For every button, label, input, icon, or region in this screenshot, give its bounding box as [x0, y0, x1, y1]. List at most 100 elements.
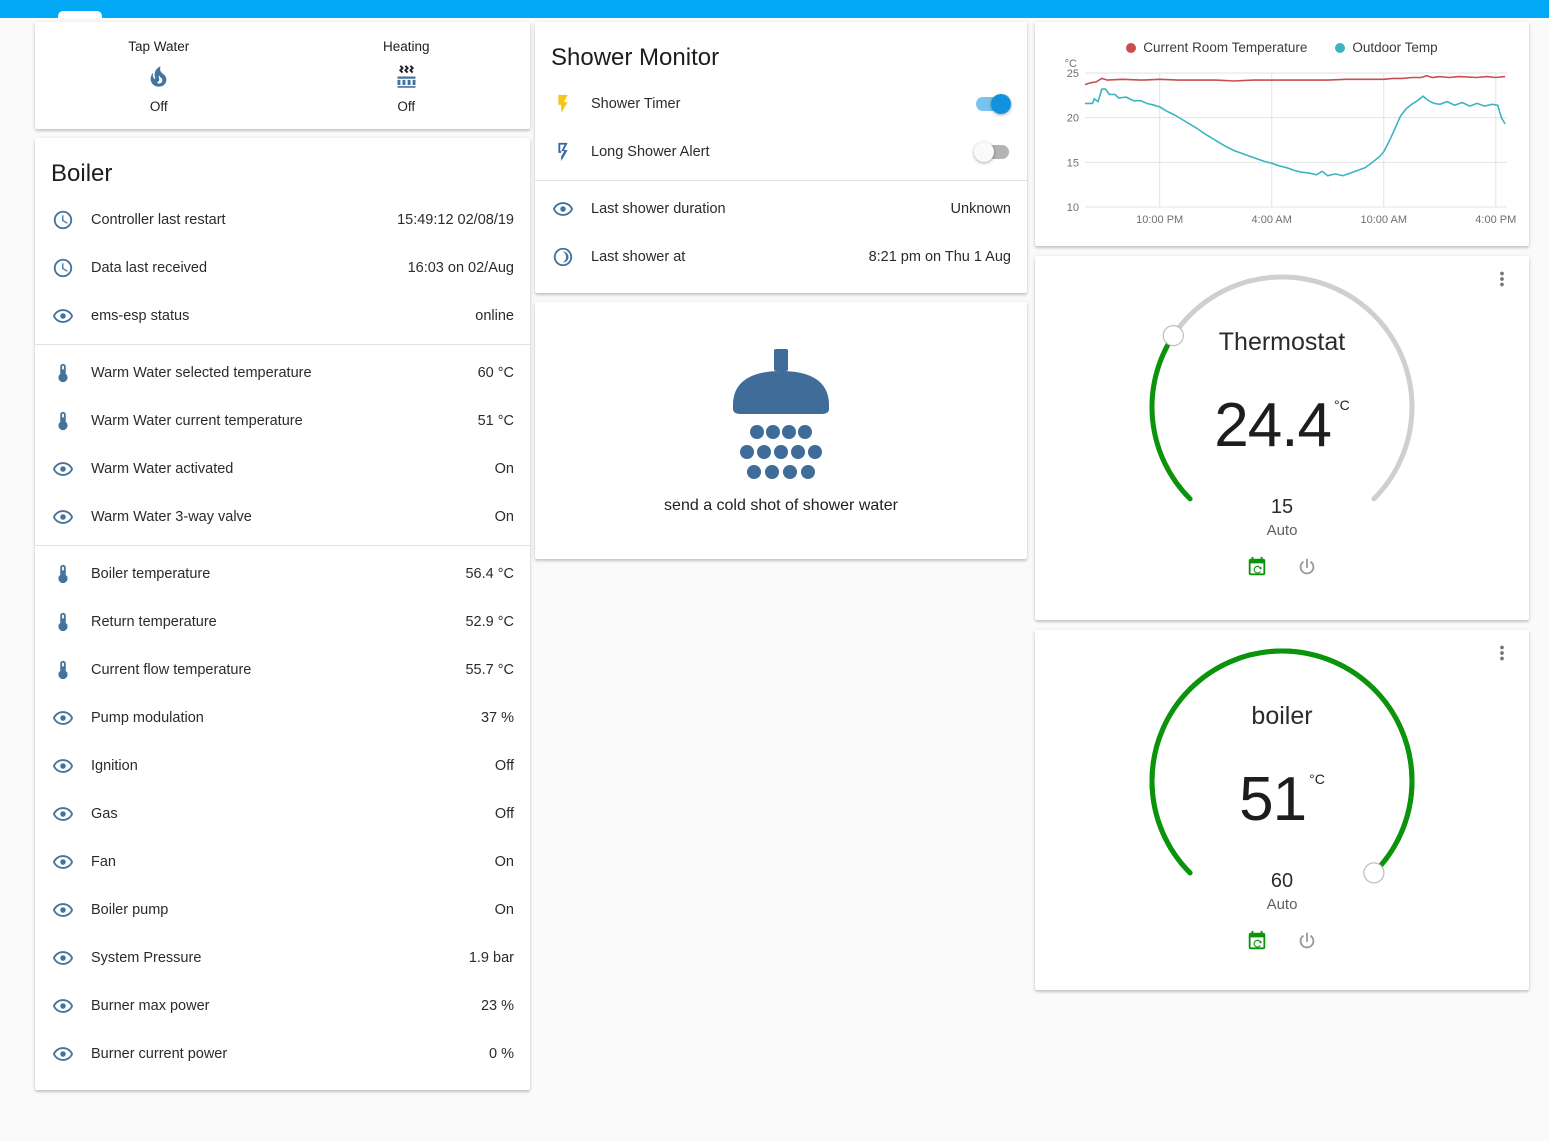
entity-row[interactable]: GasOff [35, 790, 530, 838]
entity-name: Warm Water current temperature [91, 413, 478, 429]
gauge-actions [1127, 556, 1437, 578]
more-menu-icon[interactable] [1491, 642, 1515, 666]
boiler-card-title: Boiler [35, 138, 530, 196]
entity-state: 55.7 °C [465, 662, 514, 678]
glance-item-state: Off [397, 99, 415, 114]
entity-name: Controller last restart [91, 212, 397, 228]
toggle-switch[interactable] [974, 142, 1011, 162]
entity-name: Last shower duration [591, 201, 951, 217]
glance-item[interactable]: Tap Water Off [35, 39, 283, 114]
entity-row[interactable]: Last shower at8:21 pm on Thu 1 Aug [535, 233, 1027, 281]
eye-icon [51, 946, 75, 970]
power-icon[interactable] [1296, 556, 1318, 578]
entity-name: Boiler pump [91, 902, 495, 918]
entity-row[interactable]: Boiler pumpOn [35, 886, 530, 934]
svg-text:10: 10 [1067, 202, 1079, 214]
entity-row[interactable]: FanOn [35, 838, 530, 886]
entity-name: Shower Timer [591, 96, 974, 112]
glance-item-state: Off [150, 99, 168, 114]
entity-name: Current flow temperature [91, 662, 465, 678]
entity-state: On [495, 854, 514, 870]
entity-state: 60 °C [478, 365, 514, 381]
entity-state: Off [495, 806, 514, 822]
entity-name: Burner max power [91, 998, 481, 1014]
entity-row[interactable]: Burner current power0 % [35, 1030, 530, 1078]
thermometer-icon [51, 610, 75, 634]
thermometer-icon [51, 409, 75, 433]
gauge-current-temp: 24.4°C [1127, 390, 1437, 461]
entity-row[interactable]: Current flow temperature55.7 °C [35, 646, 530, 694]
gauge-unit: °C [1309, 771, 1325, 787]
eye-icon [51, 850, 75, 874]
flash-icon [551, 92, 575, 116]
svg-text:4:00 AM: 4:00 AM [1252, 214, 1292, 226]
temperature-history-card: Current Room TemperatureOutdoor Temp °C1… [1035, 22, 1529, 246]
entity-row[interactable]: Pump modulation37 % [35, 694, 530, 742]
fire-icon [145, 63, 172, 90]
entity-row[interactable]: Warm Water current temperature51 °C [35, 397, 530, 445]
gauge-current-temp: 51°C [1127, 764, 1437, 835]
entity-name: Warm Water activated [91, 461, 495, 477]
gauge-setpoint: 60 [1127, 870, 1437, 893]
entity-name: Ignition [91, 758, 495, 774]
glance-item-name: Heating [383, 39, 430, 54]
gauge-title: Thermostat [1127, 328, 1437, 357]
svg-text:10:00 AM: 10:00 AM [1361, 214, 1407, 226]
glance-item[interactable]: Heating Off [283, 39, 531, 114]
tap-water-heating-card: Tap Water Off Heating Off [35, 22, 530, 129]
entity-state: 23 % [481, 998, 514, 1014]
eye-icon [51, 898, 75, 922]
power-icon[interactable] [1296, 930, 1318, 952]
entity-row[interactable]: IgnitionOff [35, 742, 530, 790]
entity-row: Long Shower Alert [535, 128, 1027, 176]
gauge-mode: Auto [1127, 896, 1437, 913]
entity-row[interactable]: Warm Water activatedOn [35, 445, 530, 493]
entity-row[interactable]: Return temperature52.9 °C [35, 598, 530, 646]
thermometer-icon [51, 361, 75, 385]
more-menu-icon[interactable] [1491, 268, 1515, 292]
glance-item-name: Tap Water [128, 39, 189, 54]
calendar-sync-icon[interactable] [1246, 556, 1268, 578]
active-tab-indicator[interactable] [58, 11, 102, 18]
svg-text:4:00 PM: 4:00 PM [1475, 214, 1516, 226]
entity-row[interactable]: Warm Water 3-way valveOn [35, 493, 530, 541]
entity-row[interactable]: Burner max power23 % [35, 982, 530, 1030]
radiator-icon [393, 63, 420, 90]
entity-row[interactable]: ems-esp statusonline [35, 292, 530, 340]
gauge-setpoint: 15 [1127, 496, 1437, 519]
entity-row[interactable]: Last shower durationUnknown [535, 185, 1027, 233]
legend-label: Outdoor Temp [1352, 40, 1437, 55]
entity-row[interactable]: Data last received16:03 on 02/Aug [35, 244, 530, 292]
svg-text:10:00 PM: 10:00 PM [1136, 214, 1183, 226]
gauge-actions [1127, 930, 1437, 952]
svg-text:25: 25 [1067, 68, 1079, 80]
entity-row[interactable]: Boiler temperature56.4 °C [35, 550, 530, 598]
entity-name: Boiler temperature [91, 566, 465, 582]
entity-row[interactable]: Controller last restart15:49:12 02/08/19 [35, 196, 530, 244]
entity-name: Gas [91, 806, 495, 822]
toggle-switch[interactable] [974, 94, 1011, 114]
entity-name: Fan [91, 854, 495, 870]
shower-head-icon [701, 347, 861, 487]
eye-icon [551, 197, 575, 221]
entity-state: 8:21 pm on Thu 1 Aug [869, 249, 1011, 265]
thermostat-card: Thermostat 24.4°C 15 Auto [1035, 256, 1529, 620]
svg-text:20: 20 [1067, 113, 1079, 125]
entity-state: 56.4 °C [465, 566, 514, 582]
entity-state: 51 °C [478, 413, 514, 429]
boiler-gauge: boiler 51°C 60 Auto [1127, 630, 1437, 960]
entity-row: Shower Timer [535, 80, 1027, 128]
eye-icon [51, 1042, 75, 1066]
shower-entity-list: Shower Timer Long Shower Alert Last shower… [535, 80, 1027, 281]
shower-monitor-card: Shower Monitor Shower TimerLong Shower A… [535, 22, 1027, 293]
entity-row[interactable]: Warm Water selected temperature60 °C [35, 349, 530, 397]
clock-icon [51, 208, 75, 232]
entity-row[interactable]: System Pressure1.9 bar [35, 934, 530, 982]
shower-action-card[interactable]: send a cold shot of shower water [535, 302, 1027, 559]
entity-state: On [495, 509, 514, 525]
eye-icon [51, 802, 75, 826]
gauge-unit: °C [1334, 397, 1350, 413]
entity-name: ems-esp status [91, 308, 475, 324]
calendar-sync-icon[interactable] [1246, 930, 1268, 952]
gauge-mode: Auto [1127, 522, 1437, 539]
